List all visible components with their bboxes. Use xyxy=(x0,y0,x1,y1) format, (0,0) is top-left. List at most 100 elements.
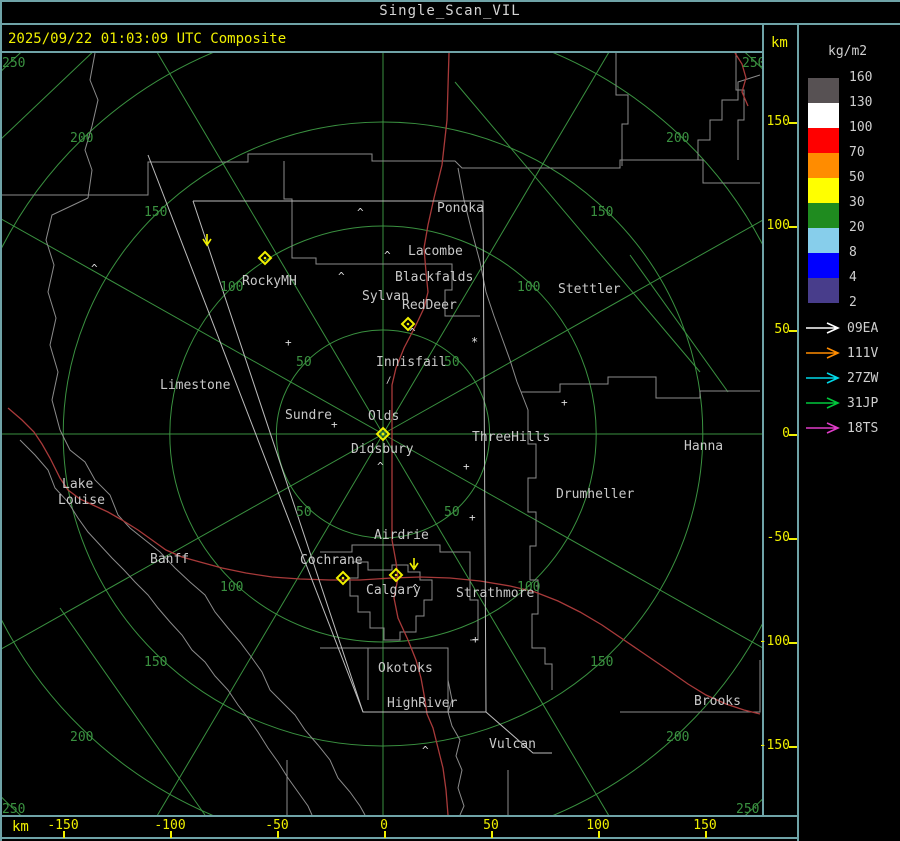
range-ring-label: 250 xyxy=(2,56,25,71)
right-axis-tick xyxy=(789,538,797,540)
range-ring-label: 150 xyxy=(144,205,167,220)
city-label: Sundre xyxy=(285,408,332,423)
point-marker-slash: / xyxy=(386,376,391,386)
city-label: RockyMH xyxy=(242,274,297,289)
colorbar-value-label: 70 xyxy=(849,145,865,160)
right-axis-tick-label: -50 xyxy=(766,530,790,545)
city-label: Okotoks xyxy=(378,661,433,676)
graticule-line xyxy=(629,254,729,393)
colorbar-swatch xyxy=(808,228,839,253)
radial-line xyxy=(156,433,384,815)
radar-site-dot xyxy=(341,576,345,580)
city-label: Louise xyxy=(58,493,105,508)
peak-marker: ^ xyxy=(338,270,345,283)
bottom-axis-tick xyxy=(384,831,386,838)
city-label: Innisfail xyxy=(376,355,446,370)
vector-arrow-icon xyxy=(806,397,840,409)
title-bar: Single_Scan_VIL xyxy=(0,0,900,22)
map-canvas[interactable]: 50 5050 50100 100100 100150 150150 150200 20020… xyxy=(2,53,762,815)
radar-site-dot xyxy=(406,322,410,326)
range-ring-label: 250 xyxy=(2,802,25,815)
city-label: ThreeHills xyxy=(472,430,550,445)
right-axis-tick-label: -100 xyxy=(758,634,790,649)
range-ring-label: 50 xyxy=(296,505,312,520)
right-axis-tick xyxy=(789,434,797,436)
range-ring-label: 150 xyxy=(590,655,613,670)
legend-divider xyxy=(797,24,799,841)
colorbar-swatch xyxy=(808,278,839,303)
colorbar-swatch xyxy=(808,78,839,103)
right-axis-tick xyxy=(789,330,797,332)
city-label: Limestone xyxy=(160,378,231,393)
range-ring-label: 200 xyxy=(666,730,689,745)
graticule-line xyxy=(59,607,206,815)
right-axis-tick-label: -150 xyxy=(758,738,790,753)
colorbar-value-label: 4 xyxy=(849,270,857,285)
range-ring-label: 200 xyxy=(666,131,689,146)
boundary-line xyxy=(2,153,760,196)
vector-id-label: 27ZW xyxy=(847,371,878,386)
colorbar-swatch xyxy=(808,203,839,228)
right-axis-tick xyxy=(789,642,797,644)
range-ring-label: 250 xyxy=(736,802,759,815)
range-ring-label: 200 xyxy=(70,730,93,745)
radial-line xyxy=(156,53,384,435)
peak-marker: ^ xyxy=(91,262,98,275)
city-label: Hanna xyxy=(684,439,723,454)
colorbar-value-label: 160 xyxy=(849,70,873,85)
colorbar-swatch xyxy=(808,178,839,203)
city-label: Lake xyxy=(62,477,93,492)
radar-site-dot xyxy=(394,573,398,577)
colorbar-value-label: 30 xyxy=(849,195,865,210)
peak-marker: ^ xyxy=(377,460,384,473)
colorbar-unit-label: kg/m2 xyxy=(828,44,868,59)
bottom-axis-tick xyxy=(277,831,279,838)
range-ring-label: 150 xyxy=(144,655,167,670)
city-label: Ponoka xyxy=(437,201,484,216)
city-label: Didsbury xyxy=(351,442,414,457)
outer-bottom-border xyxy=(0,837,799,839)
timestamp-label: 2025/09/22 01:03:09 UTC Composite xyxy=(8,31,287,47)
map-right-border xyxy=(762,24,764,816)
city-label: Olds xyxy=(368,409,399,424)
boundary-line xyxy=(59,429,366,815)
city-label: Drumheller xyxy=(556,487,634,502)
city-label: Strathmore xyxy=(456,586,534,601)
bottom-axis-tick xyxy=(491,831,493,838)
range-ring-label: 200 xyxy=(70,131,93,146)
vector-id-label: 31JP xyxy=(847,396,878,411)
vector-arrow-icon xyxy=(806,347,840,359)
storm-vector-marker xyxy=(409,558,419,571)
city-label: Stettler xyxy=(558,282,621,297)
bottom-axis-tick xyxy=(705,831,707,838)
city-label: Vulcan xyxy=(489,737,536,752)
vector-arrow-icon xyxy=(806,422,840,434)
right-axis-tick-label: 100 xyxy=(766,218,790,233)
city-label: HighRiver xyxy=(387,696,458,711)
point-marker-plus: + xyxy=(469,511,476,524)
vector-arrow-icon xyxy=(806,322,840,334)
right-axis-tick-label: 0 xyxy=(782,426,790,441)
right-axis-tick xyxy=(789,746,797,748)
point-marker-plus: + xyxy=(285,336,292,349)
peak-marker: ^ xyxy=(412,582,419,595)
colorbar-value-label: 8 xyxy=(849,245,857,260)
colorbar-value-label: 50 xyxy=(849,170,865,185)
boundary-line xyxy=(697,74,761,160)
point-marker-plus: + xyxy=(472,633,479,646)
vector-id-label: 111V xyxy=(847,346,878,361)
boundary-line xyxy=(521,376,760,399)
city-label: RedDeer xyxy=(402,298,457,313)
bottom-axis-tick xyxy=(170,831,172,838)
point-marker-plus: + xyxy=(463,460,470,473)
peak-marker: ^ xyxy=(384,249,391,262)
city-label: Banff xyxy=(150,552,189,567)
right-axis-tick-label: 50 xyxy=(774,322,790,337)
city-label: Airdrie xyxy=(374,528,429,543)
colorbar-swatch xyxy=(808,153,839,178)
city-label: Brooks xyxy=(694,694,741,709)
vector-id-label: 09EA xyxy=(847,321,878,336)
boundary-line xyxy=(84,53,99,199)
right-axis-unit-label: km xyxy=(771,35,788,51)
colorbar-value-label: 130 xyxy=(849,95,873,110)
